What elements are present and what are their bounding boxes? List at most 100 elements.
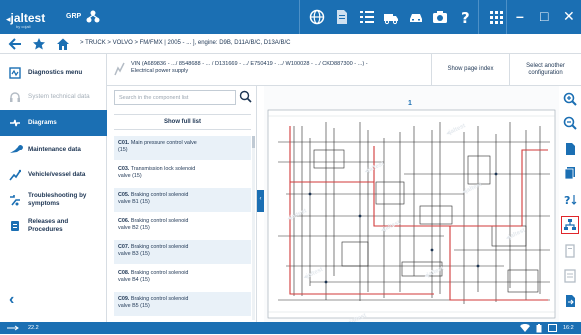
export-icon[interactable] [563,294,577,308]
clock: 16:2 [563,325,574,331]
back-arrow-icon[interactable] [8,37,22,51]
diagram-page-number: 1 [408,100,412,107]
component-name: Main pressure control valve [130,140,197,146]
svg-text:?: ? [461,9,470,25]
sidebar-item-releases[interactable]: Releases and Procedures [0,213,107,239]
list-item[interactable]: C09. Braking control solenoid valve B5 (… [114,292,251,317]
component-detail: valve B4 (15) [118,277,150,283]
wiring-diagram[interactable]: 1 ◂jaltest ◂jaltest ◂jaltest ◂jaltest ◂jalt… [264,86,559,322]
sidebar-item-diagnostics[interactable]: Diagnostics menu [0,60,107,86]
battery-icon [536,324,542,335]
component-detail: (15) [118,147,128,153]
diagram-icon [9,117,21,129]
vin-description: VIN (A689836 - .../ 8548688 - ... / D131… [131,61,416,75]
list-item[interactable]: C06. Braking control solenoid valve B2 (… [114,214,251,239]
show-page-index-button[interactable]: Show page index [431,54,509,85]
status-bar: 22.2 16:2 [0,322,581,334]
component-code: C07. [118,244,130,250]
document-icon[interactable] [334,9,352,25]
car-icon[interactable] [408,9,426,25]
component-name: Braking control solenoid [130,218,189,224]
component-name: Braking control solenoid [130,270,189,276]
list-scrollbar-thumb[interactable] [252,136,255,148]
globe-icon[interactable] [309,9,327,25]
component-search-input[interactable]: Search in the component list [114,90,236,105]
collapse-list-handle[interactable]: ‹ [257,190,264,212]
apps-icon[interactable] [488,9,506,25]
sidebar-item-maintenance[interactable]: Maintenance data [0,137,107,163]
list-item[interactable]: C01. Main pressure control valve (15) [114,136,251,161]
component-name: Braking control solenoid [130,296,189,302]
component-tree-icon[interactable] [561,216,579,234]
brand-subtitle: by cojali [16,24,31,29]
diagram-toolbar: ? [559,86,581,322]
sidebar-collapse-chevron-icon[interactable]: ‹ [9,291,14,309]
component-name: Braking control solenoid [130,244,189,250]
toolbar-separator [506,0,507,34]
zoom-out-icon[interactable] [563,116,577,130]
component-code: C06. [118,218,130,224]
favorite-star-icon[interactable] [32,37,46,51]
device-icon [548,324,557,334]
component-detail: valve B2 (15) [118,225,150,231]
sidebar-item-label: Troubleshooting by symptoms [28,192,87,207]
system-name: Electrical power supply [131,68,189,74]
usb-icon [6,324,20,334]
vehicle-system-icon [114,62,126,78]
page-icon[interactable] [563,142,577,156]
wiring-diagram-drawing: ◂jaltest◂jaltest◂jaltest ◂jaltest◂jaltes… [267,109,556,322]
sidebar-item-label: System technical data [28,93,90,100]
list-item[interactable]: C08. Braking control solenoid valve B4 (… [114,266,251,291]
sidebar-item-label: Maintenance data [28,146,81,153]
legend-icon[interactable] [563,269,577,283]
sidebar-item-vehicle-data[interactable]: Vehicle/vessel data [0,162,107,188]
diagnostics-icon [9,67,21,79]
list-icon[interactable] [359,9,377,25]
sidebar-item-troubleshooting[interactable]: Troubleshooting by symptoms [0,187,107,213]
svg-text:?: ? [564,194,570,206]
help-icon[interactable]: ? [458,9,476,27]
sidebar: Diagnostics menu System technical data D… [0,54,107,322]
search-icon[interactable] [239,90,252,105]
list-scrollbar[interactable] [252,136,255,320]
camera-icon[interactable] [432,9,450,25]
select-configuration-button[interactable]: Select another configuration [509,54,581,85]
software-version: 22.2 [28,325,39,331]
layers-icon[interactable] [563,244,577,258]
component-code: C09. [118,296,130,302]
component-code: C08. [118,270,130,276]
vin-line: VIN (A689836 - .../ 8548688 - ... / D131… [131,61,368,67]
sidebar-item-label: Diagrams [28,119,57,126]
list-item[interactable]: C07. Braking control solenoid valve B3 (… [114,240,251,265]
component-detail: valve B1 (15) [118,199,150,205]
sort-icon[interactable]: ? [563,192,577,207]
component-detail: valve B5 (15) [118,303,150,309]
toolbar-separator [299,0,300,34]
close-button[interactable]: ✕ [563,8,575,25]
show-full-list-button[interactable]: Show full list [114,114,251,130]
wrench-icon [9,144,23,156]
sidebar-item-diagrams[interactable]: Diagrams [0,110,107,136]
component-name: Transmission lock solenoid [130,166,196,172]
maximize-button[interactable]: □ [540,8,548,24]
component-code: C03. [118,166,130,172]
vehicle-info-bar: VIN (A689836 - .../ 8548688 - ... / D131… [107,54,581,86]
top-bar: ◂jaltest by cojali GRP ? – □ ✕ [0,0,581,34]
zoom-in-icon[interactable] [563,92,577,106]
list-item[interactable]: C03. Transmission lock solenoid valve (1… [114,162,251,187]
minimize-button[interactable]: – [516,8,524,24]
toolbar-separator [478,0,479,34]
truck-icon[interactable] [383,9,401,25]
procedures-icon [9,220,21,232]
app-logo: ◂jaltest by cojali [6,11,46,29]
module-label: GRP [66,13,82,20]
pages-icon[interactable] [563,166,577,180]
breadcrumb[interactable]: > TRUCK > VOLVO > FM/FMX | 2005 - ... ],… [80,40,290,46]
component-code: C01. [118,140,130,146]
wifi-icon [520,323,530,334]
headset-icon [9,91,21,103]
component-name: Braking control solenoid [130,192,189,198]
component-list-panel: Search in the component list Show full l… [107,86,257,322]
list-item[interactable]: C05. Braking control solenoid valve B1 (… [114,188,251,213]
home-icon[interactable] [56,37,70,51]
